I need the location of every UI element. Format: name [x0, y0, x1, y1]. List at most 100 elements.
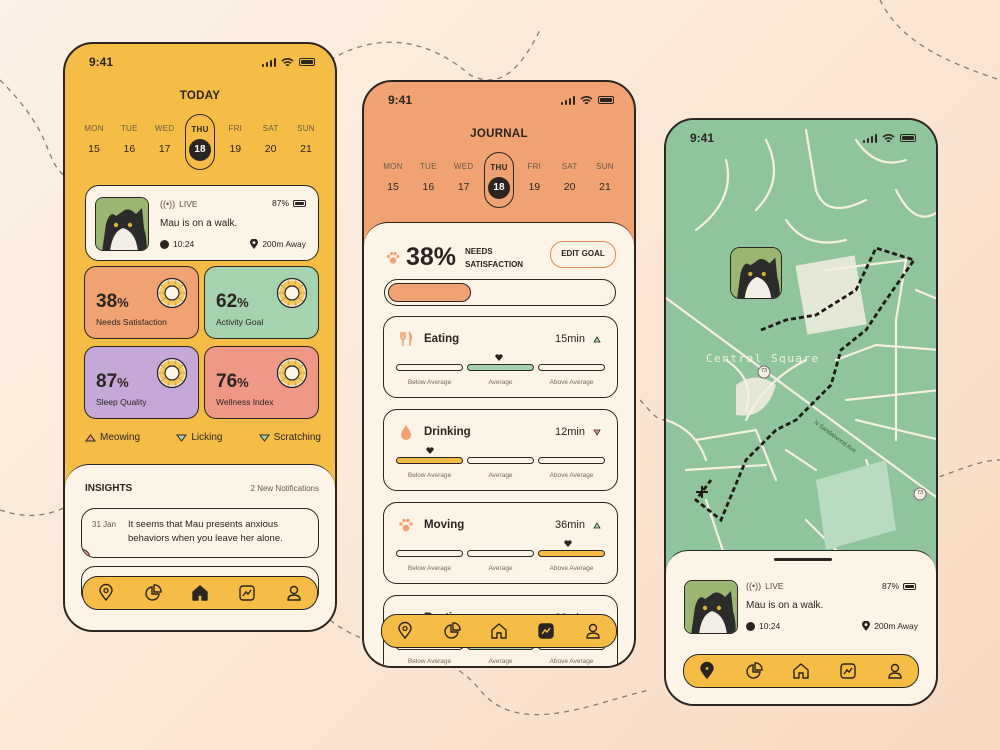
- notification-count[interactable]: 2 New Notifications: [251, 484, 319, 493]
- day-1[interactable]: TUE 16: [114, 114, 144, 170]
- day-4[interactable]: FRI 19: [519, 152, 549, 208]
- stats-icon[interactable]: [237, 583, 257, 603]
- bottom-nav: [381, 614, 617, 648]
- day-name: TUE: [419, 162, 437, 171]
- map[interactable]: [666, 120, 938, 560]
- wifi-icon: [882, 133, 895, 142]
- insight-accent: [82, 549, 90, 557]
- stats-icon[interactable]: [838, 661, 858, 681]
- location-icon[interactable]: [395, 621, 415, 641]
- status-bar: 9:41: [65, 44, 335, 80]
- day-number: 17: [158, 143, 171, 155]
- triangle-icon: [176, 434, 188, 442]
- behavior-legend: Meowing Licking Scratching: [85, 432, 321, 443]
- metric-value: 62%: [216, 291, 249, 312]
- day-number: 18: [487, 177, 510, 199]
- metric-card[interactable]: 87% Sleep Quality: [84, 346, 199, 419]
- day-number: 19: [528, 181, 541, 193]
- page-title: TODAY: [179, 90, 221, 102]
- needs-progress-fill: [388, 283, 472, 302]
- live-walk-card[interactable]: ((•)) LIVE 87% Mau is on a walk. 10:24 2…: [85, 185, 319, 261]
- trend-up-icon: [593, 521, 601, 528]
- day-3[interactable]: THU 18: [483, 152, 514, 208]
- pie-chart-icon[interactable]: [442, 621, 462, 641]
- activity-name: Drinking: [424, 426, 471, 438]
- phone-journal: 9:41 JOURNAL MON 15 TUE 16 WED 17 THU 18 FRI 19 SA…: [362, 80, 636, 668]
- clock: 9:41: [690, 131, 715, 145]
- day-2[interactable]: WED 17: [449, 152, 479, 208]
- day-name: TUE: [120, 124, 138, 133]
- trend-down-icon: [593, 429, 601, 436]
- profile-icon[interactable]: [284, 583, 304, 603]
- metric-card[interactable]: 38% Needs Satisfaction: [84, 266, 199, 339]
- day-1[interactable]: TUE 16: [413, 152, 443, 208]
- metric-card[interactable]: 62% Activity Goal: [204, 266, 319, 339]
- battery-icon: [293, 199, 306, 207]
- scale-label: Average: [488, 472, 513, 479]
- insight-text: It seems that Mau presents anxious behav…: [128, 519, 283, 544]
- wifi-icon: [580, 95, 593, 104]
- scale-label: Average: [488, 658, 513, 665]
- level-segment: [467, 364, 534, 371]
- day-6[interactable]: SUN 21: [291, 114, 321, 170]
- location-icon[interactable]: [96, 583, 116, 603]
- profile-icon[interactable]: [583, 621, 603, 641]
- level-segment: [538, 457, 605, 464]
- scale-label: Average: [488, 379, 513, 386]
- day-name: THU: [490, 163, 508, 172]
- insight-card[interactable]: 31 Jan It seems that Mau presents anxiou…: [81, 508, 319, 558]
- bottom-nav: [683, 654, 919, 688]
- metric-label: Needs Satisfaction: [96, 317, 167, 327]
- triangle-icon: [85, 433, 96, 441]
- scale-label: Below Average: [407, 565, 452, 572]
- signal-icon: [261, 57, 276, 67]
- walk-status: Mau is on a walk.: [160, 218, 238, 229]
- day-5[interactable]: SAT 20: [256, 114, 286, 170]
- day-name: SAT: [561, 162, 578, 171]
- home-icon[interactable]: [791, 661, 811, 681]
- triangle-icon: [258, 434, 270, 442]
- home-icon[interactable]: [190, 583, 210, 603]
- day-5[interactable]: SAT 20: [555, 152, 585, 208]
- day-number: 19: [229, 143, 242, 155]
- day-number: 17: [457, 181, 470, 193]
- metric-value: 87%: [96, 371, 129, 392]
- activity-card[interactable]: Moving 36min Below Average Average Above Ave…: [383, 502, 618, 584]
- progress-ring-icon: [156, 277, 188, 309]
- week-strip: MON 15 TUE 16 WED 17 THU 18 FRI 19 SAT 20 SUN 21: [79, 114, 321, 170]
- edit-goal-button[interactable]: EDIT GOAL: [550, 241, 616, 268]
- route-marker: 73: [760, 368, 768, 374]
- activity-duration: 36min: [555, 519, 585, 531]
- level-segment: [538, 364, 605, 371]
- pie-chart-icon[interactable]: [143, 583, 163, 603]
- day-0[interactable]: MON 15: [79, 114, 109, 170]
- activity-card[interactable]: Drinking 12min Below Average Average Above A…: [383, 409, 618, 491]
- day-4[interactable]: FRI 19: [220, 114, 250, 170]
- day-number: 18: [188, 139, 211, 161]
- heart-marker-icon: [426, 447, 434, 454]
- stats-icon[interactable]: [536, 621, 556, 641]
- location-pin-icon: [250, 239, 259, 249]
- profile-icon[interactable]: [885, 661, 905, 681]
- day-0[interactable]: MON 15: [378, 152, 408, 208]
- progress-ring-icon: [276, 357, 308, 389]
- needs-value: 38%: [406, 243, 457, 271]
- day-3[interactable]: THU 18: [184, 114, 215, 170]
- live-label: LIVE: [179, 199, 198, 209]
- journal-panel: 38% NEEDS SATISFACTION EDIT GOAL Eating 1…: [364, 222, 634, 666]
- pie-chart-icon[interactable]: [744, 661, 764, 681]
- location-icon[interactable]: [697, 661, 717, 681]
- walk-distance: 200m Away: [262, 239, 306, 249]
- activity-card[interactable]: Eating 15min Below Average Average Above Ave…: [383, 316, 618, 398]
- status-bar: 9:41: [364, 82, 634, 118]
- day-name: SUN: [297, 124, 315, 133]
- scale-label: Above Average: [549, 658, 594, 665]
- map-place-label: Central Square: [706, 352, 820, 365]
- metric-card[interactable]: 76% Wellness Index: [204, 346, 319, 419]
- day-2[interactable]: WED 17: [150, 114, 180, 170]
- cat-map-marker[interactable]: [730, 247, 782, 299]
- clock-icon: [746, 621, 755, 631]
- drag-handle[interactable]: [774, 558, 832, 561]
- home-icon[interactable]: [489, 621, 509, 641]
- day-6[interactable]: SUN 21: [590, 152, 620, 208]
